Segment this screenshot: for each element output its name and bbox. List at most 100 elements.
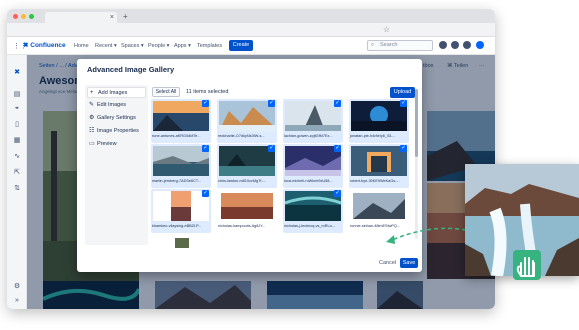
image-tile[interactable]: ✓ martin-jernberg-7ADSe6CT... — [151, 144, 211, 188]
thumbnail — [153, 146, 209, 176]
search-placeholder: Search — [380, 42, 398, 48]
menu-label: Image Properties — [97, 128, 139, 134]
gear-icon: ⚙ — [89, 115, 95, 121]
address-bar[interactable]: ☆ — [7, 23, 495, 37]
edit-icon: ✎ — [89, 102, 95, 108]
space-settings-icon[interactable]: ⚙ — [13, 283, 21, 291]
menu-preview[interactable]: ▭ Preview — [87, 139, 146, 150]
checkbox-checked-icon[interactable]: ✓ — [268, 100, 275, 107]
image-tile[interactable]: ✓ luca-micheli-ruWkmt9xU58... — [283, 144, 343, 188]
pages-icon[interactable]: ▤ — [13, 91, 21, 99]
thumbnail — [351, 101, 407, 131]
grab-cursor-icon — [513, 250, 541, 280]
analytics-icon[interactable]: ∿ — [13, 153, 21, 161]
image-caption: robert-bye-30KE9WeKaGs-... — [350, 179, 400, 183]
thumbnail — [153, 191, 209, 221]
search-icon: ⌕ — [371, 42, 375, 48]
checkbox-checked-icon[interactable]: ✓ — [334, 145, 341, 152]
nav-templates[interactable]: Templates — [197, 43, 222, 50]
image-tile[interactable] — [151, 234, 211, 248]
image-tile[interactable]: ✓ nicholas-j-leclercq-vs_mRLo... — [283, 189, 343, 233]
thumbnail — [153, 101, 209, 131]
maximize-window-icon[interactable] — [29, 14, 34, 19]
image-tile[interactable]: ✓ jonatan-pie-h4r8eIy6_03-... — [349, 99, 409, 143]
checkbox-checked-icon[interactable]: ✓ — [268, 145, 275, 152]
image-tile[interactable]: ✓ robert-bye-30KE9WeKaGs-... — [349, 144, 409, 188]
image-caption: luca-micheli-ruWkmt9xU58... — [284, 179, 333, 183]
image-tile[interactable]: ✓ rune-antunes-aKRG0dMTe... — [151, 99, 211, 143]
menu-add-images[interactable]: + Add Images — [87, 87, 146, 98]
calendar-icon[interactable]: ▦ — [13, 137, 21, 145]
image-caption: nicholas-kampouris-6g8JY... — [218, 224, 266, 228]
quote-icon[interactable]: ❞ — [13, 107, 21, 115]
tab-close-icon[interactable]: × — [110, 12, 114, 23]
thumbnail — [219, 146, 275, 176]
collapse-sidebar-icon[interactable]: » — [13, 297, 21, 305]
checkbox-checked-icon[interactable]: ✓ — [400, 100, 407, 107]
select-all-button[interactable]: Select All — [152, 87, 180, 97]
bookmark-star-icon[interactable]: ☆ — [383, 25, 390, 35]
menu-label: Edit Images — [97, 102, 127, 108]
confluence-top-nav: ⋮⋮ ✖ Confluence Home Recent ▾ Spaces ▾ P… — [7, 37, 495, 55]
confluence-logo[interactable]: ✖ Confluence — [23, 42, 66, 50]
checkbox-checked-icon[interactable]: ✓ — [334, 190, 341, 197]
advanced-image-gallery-dialog: Advanced Image Gallery + Add Images ✎ Ed… — [77, 59, 422, 272]
image-tile[interactable]: ✓ redcharlie-O7dkyNk3fW-s... — [217, 99, 277, 143]
help-icon[interactable] — [451, 41, 459, 49]
upload-button[interactable]: Upload — [390, 87, 415, 98]
thumbnail — [219, 191, 275, 221]
checkbox-checked-icon[interactable]: ✓ — [400, 145, 407, 152]
close-window-icon[interactable] — [13, 14, 18, 19]
notifications-icon[interactable] — [439, 41, 447, 49]
list-icon: ☷ — [89, 128, 95, 134]
nav-apps[interactable]: Apps ▾ — [174, 43, 191, 50]
menu-image-properties[interactable]: ☷ Image Properties — [87, 126, 146, 137]
image-caption: lachlan-gowen-zpjtGfM7Ex... — [284, 134, 333, 138]
image-tile[interactable]: ✓ lachlan-gowen-zpjtGfM7Ex... — [283, 99, 343, 143]
scrollbar-thumb[interactable] — [415, 89, 418, 157]
menu-label: Add Images — [98, 90, 128, 96]
image-caption: martin-jernberg-7ADSe6CT... — [152, 179, 201, 183]
menu-label: Gallery Settings — [97, 115, 136, 121]
thumbnail — [285, 191, 341, 221]
menu-edit-images[interactable]: ✎ Edit Images — [87, 100, 146, 111]
cancel-button[interactable]: Cancel — [379, 260, 396, 266]
save-button[interactable]: Save — [400, 258, 418, 268]
image-caption: rune-antunes-aKRG0dMTe... — [152, 134, 201, 138]
minimize-window-icon[interactable] — [21, 14, 26, 19]
nav-people[interactable]: People ▾ — [148, 43, 169, 50]
image-caption: nicholas-j-leclercq-vs_mRLo... — [284, 224, 335, 228]
avatar[interactable] — [476, 41, 484, 49]
dialog-title: Advanced Image Gallery — [87, 65, 175, 74]
space-logo-icon[interactable]: ✖ — [13, 69, 21, 77]
thumbnail — [351, 146, 407, 176]
document-icon[interactable]: ▯ — [13, 121, 21, 129]
settings-icon[interactable] — [463, 41, 471, 49]
create-button[interactable]: Create — [229, 40, 253, 51]
browser-tab[interactable]: × — [45, 12, 117, 23]
checkbox-checked-icon[interactable]: ✓ — [334, 100, 341, 107]
thumbnail — [219, 101, 275, 131]
new-tab-icon[interactable]: + — [123, 11, 128, 22]
image-tile[interactable]: ✓ chris-lawton-m810ccMgTf-... — [217, 144, 277, 188]
nav-recent[interactable]: Recent ▾ — [95, 43, 117, 50]
image-tile[interactable]: nicholas-kampouris-6g8JY... — [217, 189, 277, 233]
nav-home[interactable]: Home — [74, 43, 89, 50]
drag-arrow-icon — [386, 227, 467, 244]
menu-label: Preview — [97, 141, 117, 147]
menu-gallery-settings[interactable]: ⚙ Gallery Settings — [87, 113, 146, 124]
image-caption: jonatan-pie-h4r8eIy6_03-... — [350, 134, 396, 138]
image-tile[interactable]: ✓ khamkeo-vilaysing-eBBZLP... — [151, 189, 211, 233]
checkbox-checked-icon[interactable]: ✓ — [202, 100, 209, 107]
thumbnail — [153, 236, 209, 248]
nav-spaces[interactable]: Spaces ▾ — [121, 43, 144, 50]
image-caption: redcharlie-O7dkyNk3fW-s... — [218, 134, 265, 138]
tab-bar: × + — [7, 9, 495, 23]
export-icon[interactable]: ⇱ — [13, 169, 21, 177]
space-sidebar: ✖ ▤ ❞ ▯ ▦ ∿ ⇱ ⇅ ⚙ » — [7, 55, 27, 309]
search-input[interactable]: ⌕ Search — [367, 40, 433, 51]
checkbox-checked-icon[interactable]: ✓ — [202, 145, 209, 152]
shortcuts-icon[interactable]: ⇅ — [13, 185, 21, 193]
selected-count: 11 items selected — [186, 89, 229, 95]
checkbox-checked-icon[interactable]: ✓ — [202, 190, 209, 197]
